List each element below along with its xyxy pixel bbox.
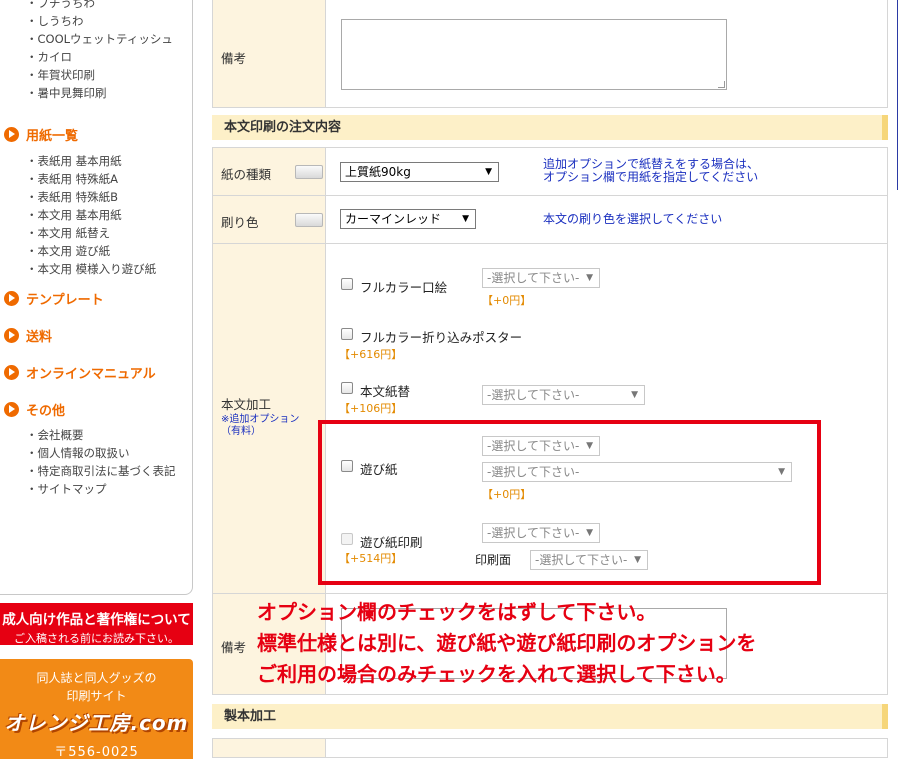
annotation-line-1: オプション欄のチェックをはずして下さい。 xyxy=(257,600,657,624)
sidebar-item-body-flyleaf[interactable]: ・本文用 遊び紙 xyxy=(26,242,156,260)
play-arrow-icon xyxy=(4,364,19,380)
instruction-annotation: オプション欄のチェックをはずして下さい。 標準仕様とは別に、遊び紙や遊び紙印刷の… xyxy=(257,597,887,690)
copyright-notice-banner[interactable]: 成人向け作品と著作権について ご入稿される前にお読み下さい。 xyxy=(0,603,193,645)
paper-change-checkbox[interactable] xyxy=(341,382,353,394)
remarks-row: 備考 xyxy=(213,0,887,107)
section-header-binding: 製本加工 xyxy=(212,704,888,729)
paper-type-label: 紙の種類 xyxy=(221,167,272,182)
sidebar-category-shipping[interactable]: 送料 xyxy=(4,325,52,345)
annotation-line-3: ご利用の場合のみチェックを入れて選択して下さい。 xyxy=(257,662,736,686)
full-color-frontispiece-price: 【+0円】 xyxy=(482,294,532,307)
sidebar-item-cover-special-b[interactable]: ・表紙用 特殊紙B xyxy=(26,188,156,206)
copyright-banner-subtitle: ご入稿される前にお読み下さい。 xyxy=(14,632,179,645)
sidebar-category-label: 送料 xyxy=(26,329,53,345)
full-color-frontispiece-checkbox[interactable] xyxy=(341,278,353,290)
banner-postal-code: 〒556-0025 xyxy=(54,745,139,759)
body-remarks-label: 備考 xyxy=(221,640,247,655)
play-arrow-icon xyxy=(4,290,19,306)
play-arrow-icon xyxy=(4,401,19,417)
sidebar-item-tokusho[interactable]: ・特定商取引法に基づく表記 xyxy=(26,462,176,480)
remarks-label-cell: 備考 xyxy=(213,0,326,107)
chevron-down-icon: ▼ xyxy=(485,167,492,177)
sidebar-item-cover-basic[interactable]: ・表紙用 基本用紙 xyxy=(26,152,156,170)
remarks-textarea[interactable] xyxy=(341,19,727,90)
print-color-row: 刷り色 カーマインレッド ▼ 本文の刷り色を選択してください xyxy=(213,196,887,244)
sidebar-item-puchi-uchiwa[interactable]: ・プチうちわ xyxy=(26,0,173,12)
paper-type-label-cell: 紙の種類 xyxy=(213,148,326,195)
paper-type-row: 紙の種類 上質紙90kg ▼ 追加オプションで紙替えをする場合は、 オプション欄… xyxy=(213,148,887,196)
highlight-box xyxy=(318,420,821,585)
sidebar-category-template[interactable]: テンプレート xyxy=(4,288,104,308)
copyright-banner-title: 成人向け作品と著作権について xyxy=(2,612,191,628)
paper-type-help: 追加オプションで紙替えをする場合は、 オプション欄で用紙を指定してください xyxy=(543,158,759,184)
print-color-label: 刷り色 xyxy=(221,215,259,230)
full-color-poster-checkbox[interactable] xyxy=(341,328,353,340)
select-value: -選択して下さい- xyxy=(487,271,580,285)
sidebar-category-label: テンプレート xyxy=(26,292,104,308)
sidebar-category-label: オンラインマニュアル xyxy=(26,366,156,382)
paper-change-select[interactable]: -選択して下さい- ▼ xyxy=(482,385,645,405)
print-color-select[interactable]: カーマインレッド ▼ xyxy=(340,209,476,229)
sidebar-category-manual[interactable]: オンラインマニュアル xyxy=(4,362,156,382)
banner-tagline-2: 印刷サイト xyxy=(66,689,127,703)
paper-change-label: 本文紙替 xyxy=(360,384,411,399)
print-color-label-cell: 刷り色 xyxy=(213,196,326,243)
chevron-down-icon: ▼ xyxy=(462,214,469,224)
sidebar-category-label: 用紙一覧 xyxy=(26,128,79,144)
print-color-help: 本文の刷り色を選択してください xyxy=(543,212,723,226)
goods-submenu: ・プチうちわ ・しうちわ ・COOLウェットティッシュ ・カイロ ・年賀状印刷 … xyxy=(26,0,173,102)
sidebar-category-other[interactable]: その他 xyxy=(4,399,65,419)
sidebar-item-body-pattern-flyleaf[interactable]: ・本文用 模様入り遊び紙 xyxy=(26,260,156,278)
sidebar-item-shochu-mimai[interactable]: ・暑中見舞印刷 xyxy=(26,84,173,102)
sidebar-item-nengajo[interactable]: ・年賀状印刷 xyxy=(26,66,173,84)
sidebar-category-label: その他 xyxy=(26,403,66,419)
print-color-select-value: カーマインレッド xyxy=(345,212,442,226)
sidebar-item-shi-uchiwa[interactable]: ・しうちわ xyxy=(26,12,173,30)
full-color-frontispiece-label: フルカラー口絵 xyxy=(360,280,448,295)
sidebar-nav: ・プチうちわ ・しうちわ ・COOLウェットティッシュ ・カイロ ・年賀状印刷 … xyxy=(0,0,193,595)
full-color-poster-price: 【+616円】 xyxy=(339,348,403,361)
color-swatch-button[interactable] xyxy=(295,213,323,227)
other-submenu: ・会社概要 ・個人情報の取扱い ・特定商取引法に基づく表記 ・サイトマップ xyxy=(26,426,176,498)
full-color-poster-label: フルカラー折り込みポスター xyxy=(360,330,523,345)
paper-type-help-line2: オプション欄で用紙を指定してください xyxy=(543,170,759,184)
sidebar-item-company[interactable]: ・会社概要 xyxy=(26,426,176,444)
select-value: -選択して下さい- xyxy=(487,388,580,402)
banner-logo: オレンジ工房.com xyxy=(4,711,189,735)
paper-submenu: ・表紙用 基本用紙 ・表紙用 特殊紙A ・表紙用 特殊紙B ・本文用 基本用紙 … xyxy=(26,152,156,278)
sidebar-category-paper[interactable]: 用紙一覧 xyxy=(4,124,78,144)
paper-type-select-value: 上質紙90kg xyxy=(345,165,411,179)
paper-swatch-button[interactable] xyxy=(295,165,323,179)
sidebar-item-cover-special-a[interactable]: ・表紙用 特殊紙A xyxy=(26,170,156,188)
play-arrow-icon xyxy=(4,126,19,142)
paper-change-price: 【+106円】 xyxy=(339,402,403,415)
sidebar-item-kairo[interactable]: ・カイロ xyxy=(26,48,173,66)
binding-label-cell xyxy=(213,739,326,757)
paid-option-note: ※追加オプション （有料） xyxy=(221,414,299,438)
paid-option-note-line2: （有料） xyxy=(221,426,261,437)
sidebar-item-privacy[interactable]: ・個人情報の取扱い xyxy=(26,444,176,462)
orange-kobo-banner[interactable]: 同人誌と同人グッズの 印刷サイト オレンジ工房.com 〒556-0025 xyxy=(0,659,193,759)
remarks-table: 備考 xyxy=(212,0,888,108)
banner-tagline: 同人誌と同人グッズの xyxy=(36,671,157,685)
play-arrow-icon xyxy=(4,327,19,343)
annotation-line-2: 標準仕様とは別に、遊び紙や遊び紙印刷のオプションを xyxy=(257,631,757,655)
remarks-label: 備考 xyxy=(221,51,247,66)
sidebar-item-cool-tissue[interactable]: ・COOLウェットティッシュ xyxy=(26,30,173,48)
sidebar-item-body-paper-change[interactable]: ・本文用 紙替え xyxy=(26,224,156,242)
body-processing-label: 本文加工 xyxy=(221,397,272,412)
paper-type-select[interactable]: 上質紙90kg ▼ xyxy=(340,162,499,182)
chevron-down-icon: ▼ xyxy=(631,390,638,400)
body-processing-label-cell: 本文加工 ※追加オプション （有料） xyxy=(213,244,326,593)
binding-table xyxy=(212,738,888,758)
sidebar-item-sitemap[interactable]: ・サイトマップ xyxy=(26,480,176,498)
chevron-down-icon: ▼ xyxy=(586,273,593,283)
paid-option-note-line1: ※追加オプション xyxy=(221,414,300,425)
sidebar-item-body-basic[interactable]: ・本文用 基本用紙 xyxy=(26,206,156,224)
full-color-frontispiece-select[interactable]: -選択して下さい- ▼ xyxy=(482,268,600,288)
section-header-body-print: 本文印刷の注文内容 xyxy=(212,115,888,140)
